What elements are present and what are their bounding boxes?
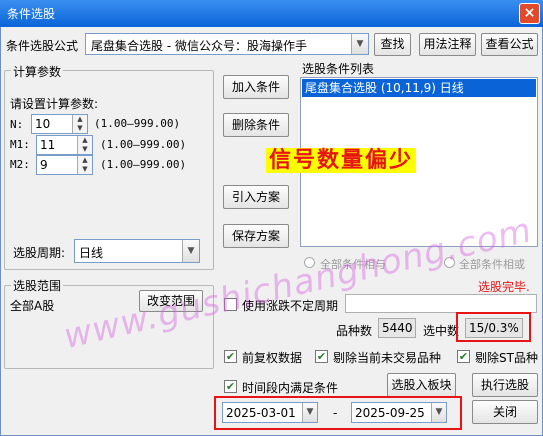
date-highlight-box [214, 396, 462, 430]
view-formula-button[interactable]: 查看公式 [481, 33, 538, 56]
irregular-period-checkbox[interactable] [224, 298, 237, 311]
selected-highlight-box [456, 312, 531, 342]
import-scheme-button[interactable]: 引入方案 [223, 185, 289, 209]
find-button[interactable]: 查找 [374, 33, 411, 56]
param-name-n: N: [10, 118, 24, 131]
selected-label: 选中数 [423, 324, 460, 338]
formula-select[interactable]: 尾盘集合选股 - 微信公众号：股海操作手 ▼ [85, 33, 369, 55]
logic-or-label: 全部条件相或 [459, 258, 525, 271]
param-m2-stepper[interactable]: ▲ ▼ [77, 156, 92, 174]
save-scheme-button[interactable]: 保存方案 [223, 224, 289, 248]
irregular-period-label: 使用涨跌不定周期 [242, 299, 339, 313]
forward-adjust-checkbox[interactable]: ✔ [224, 350, 237, 363]
param-n-range: (1.00—999.00) [94, 117, 181, 130]
delete-condition-button[interactable]: 删除条件 [223, 113, 289, 137]
add-condition-button[interactable]: 加入条件 [223, 75, 289, 99]
param-name-m2: M2: [10, 158, 30, 171]
window-title: 条件选股 [7, 7, 56, 21]
period-select-value: 日线 [79, 246, 104, 260]
exclude-untraded-label: 剔除当前未交易品种 [333, 351, 442, 365]
exclude-st-checkbox[interactable]: ✔ [457, 350, 470, 363]
up-arrow-icon[interactable]: ▲ [78, 136, 92, 145]
count-label: 品种数 [336, 324, 373, 338]
param-m1-input[interactable]: 11 ▲ ▼ [36, 135, 93, 155]
param-m2-input[interactable]: 9 ▲ ▼ [36, 155, 93, 175]
param-m1-range: (1.00—999.00) [100, 138, 187, 151]
change-scope-button[interactable]: 改变范围 [139, 290, 203, 312]
period-label: 选股周期: [13, 246, 66, 260]
condition-list-label: 选股条件列表 [302, 62, 375, 76]
down-arrow-icon[interactable]: ▼ [73, 124, 87, 133]
count-value: 5440 [378, 318, 416, 338]
irregular-period-input[interactable] [345, 294, 537, 313]
close-window-button[interactable]: × [519, 3, 540, 24]
scope-group-label: 选股范围 [11, 277, 64, 294]
params-prompt: 请设置计算参数: [10, 97, 99, 111]
formula-select-value: 尾盘集合选股 - 微信公众号：股海操作手 [91, 39, 307, 53]
param-n-stepper[interactable]: ▲ ▼ [72, 115, 87, 133]
scope-value: 全部A股 [10, 299, 55, 313]
chevron-down-icon[interactable]: ▼ [351, 34, 368, 54]
chevron-down-icon[interactable]: ▼ [182, 240, 199, 262]
logic-or-radio[interactable] [444, 257, 455, 268]
param-n-value: 10 [35, 117, 51, 131]
add-to-board-button[interactable]: 选股入板块 [387, 373, 456, 397]
logic-and-radio[interactable] [304, 257, 315, 268]
logic-and-label: 全部条件相与 [320, 258, 386, 271]
up-arrow-icon[interactable]: ▲ [73, 115, 87, 124]
down-arrow-icon[interactable]: ▼ [78, 165, 92, 174]
period-select[interactable]: 日线 ▼ [74, 239, 200, 263]
usage-notes-button[interactable]: 用法注释 [419, 33, 476, 56]
time-range-label: 时间段内满足条件 [242, 381, 339, 395]
param-n-input[interactable]: 10 ▲ ▼ [31, 114, 88, 134]
exclude-st-label: 剔除ST品种 [475, 351, 538, 365]
execute-button[interactable]: 执行选股 [472, 373, 538, 397]
up-arrow-icon[interactable]: ▲ [78, 156, 92, 165]
condition-list-item[interactable]: 尾盘集合选股 (10,11,9) 日线 [302, 79, 536, 97]
status-text: 选股完毕. [478, 280, 530, 294]
param-m2-range: (1.00—999.00) [100, 158, 187, 171]
param-m1-stepper[interactable]: ▲ ▼ [77, 136, 92, 154]
param-name-m1: M1: [10, 138, 30, 151]
signal-overlay-text: 信号数量偏少 [266, 142, 417, 174]
forward-adjust-label: 前复权数据 [242, 351, 303, 365]
param-m2-value: 9 [40, 158, 48, 172]
formula-label: 条件选股公式 [6, 39, 79, 53]
signal-overlay-label: 信号数量偏少 [266, 148, 417, 173]
title-bar: 条件选股 × [0, 0, 543, 27]
exclude-untraded-checkbox[interactable]: ✔ [315, 350, 328, 363]
down-arrow-icon[interactable]: ▼ [78, 145, 92, 154]
close-button[interactable]: 关闭 [472, 400, 538, 424]
params-group-label: 计算参数 [11, 63, 64, 80]
param-m1-value: 11 [40, 138, 56, 152]
time-range-checkbox[interactable]: ✔ [224, 380, 237, 393]
